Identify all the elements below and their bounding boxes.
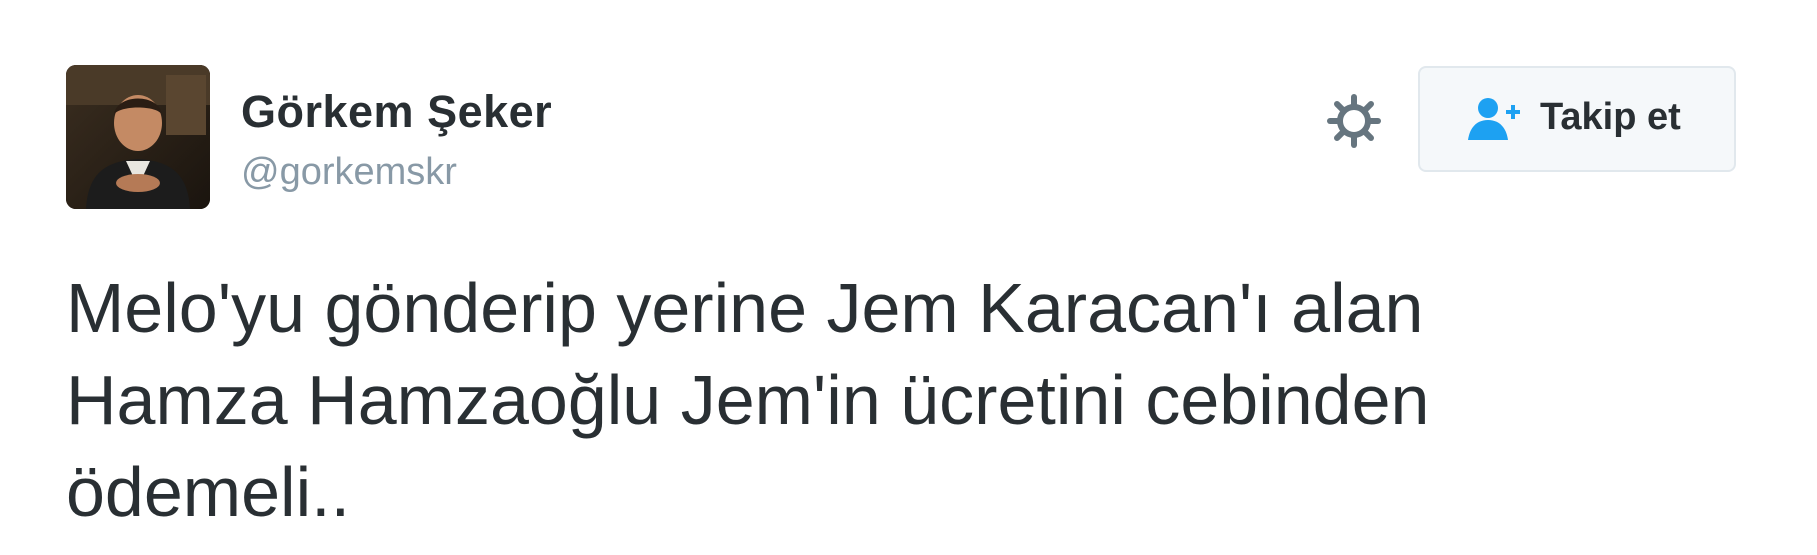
tweet-text: Melo'yu gönderip yerine Jem Karacan'ı al…	[66, 262, 1706, 538]
avatar[interactable]	[66, 65, 210, 209]
gear-icon[interactable]	[1326, 93, 1382, 149]
follow-button-label: Takip et	[1540, 96, 1681, 138]
display-name[interactable]: Görkem Şeker	[241, 86, 552, 138]
tweet-card: Görkem Şeker @gorkemskr Takip et Melo'yu…	[0, 0, 1817, 555]
tweet-text-line: Melo'yu gönderip yerine Jem Karacan'ı al…	[66, 269, 1424, 347]
follow-button[interactable]: Takip et	[1418, 66, 1736, 172]
tweet-text-line: ödemeli..	[66, 453, 351, 531]
avatar-photo-icon	[66, 65, 210, 209]
user-plus-icon	[1466, 96, 1522, 144]
user-handle[interactable]: @gorkemskr	[241, 151, 457, 194]
tweet-text-line: Hamza Hamzaoğlu Jem'in ücretini cebinden	[66, 361, 1430, 439]
